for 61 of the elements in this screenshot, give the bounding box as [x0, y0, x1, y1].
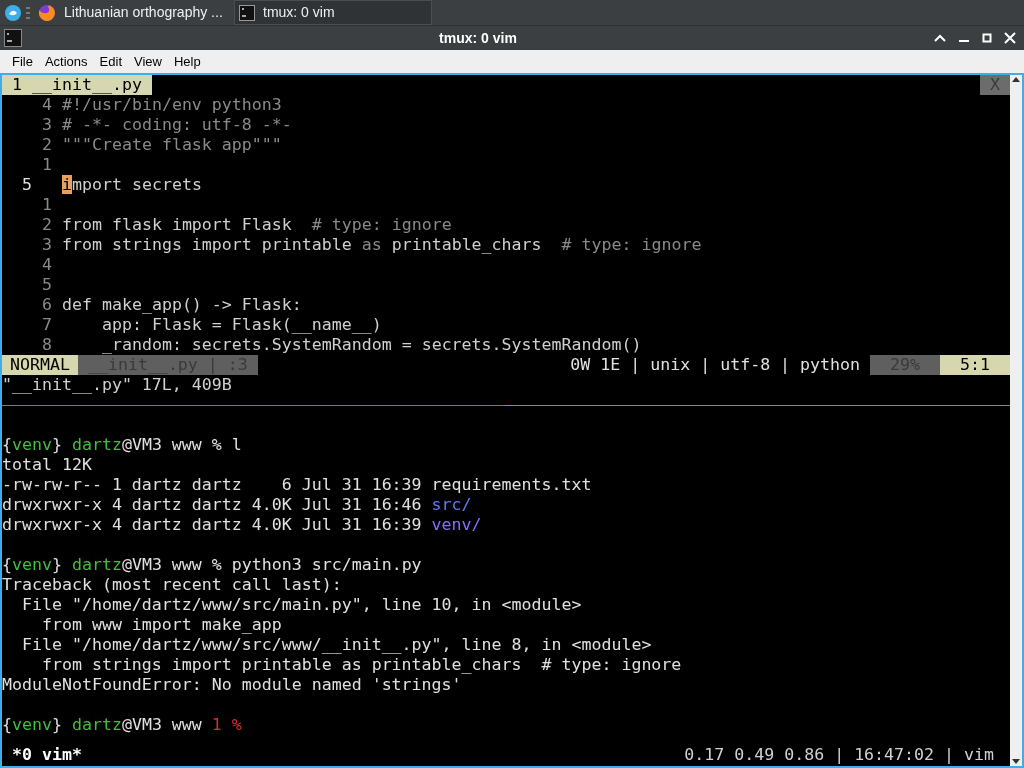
code-line: _random: secrets.SystemRandom = secrets.SystemRandom() — [100, 335, 642, 354]
code-line: app: Flask = Flask(__name__) — [100, 315, 382, 334]
code-line: from flask import Flask # type: ignore — [62, 215, 452, 234]
menu-item[interactable]: Edit — [93, 51, 128, 72]
terminal-icon — [239, 4, 255, 21]
drag-handle-icon — [26, 6, 30, 19]
terminal-line: from strings import printable as printable_chars # type: ignore — [40, 655, 682, 674]
maximize-icon[interactable] — [982, 33, 992, 43]
menu-item[interactable]: Help — [167, 51, 207, 72]
status-info: 0W 1E | unix | utf-8 | python — [569, 355, 862, 375]
scroll-down-icon[interactable] — [1012, 759, 1020, 764]
line-number: 2 — [41, 135, 53, 155]
terminal-line: Traceback (most recent call last): — [2, 575, 342, 594]
terminal-line: drwxrwxr-x 4 dartz dartz 4.0K Jul 31 16:39 venv/ — [2, 515, 482, 534]
line-number: 2 — [41, 215, 53, 235]
line-number: 3 — [41, 235, 53, 255]
terminal-line: {venv} dartz@VM3 www % python3 src/main.py — [2, 555, 422, 574]
terminal-line: File "/home/dartz/www/src/www/__init__.py", line 8, in <module> — [20, 635, 652, 654]
cursor-position: 5:1 — [940, 355, 1010, 375]
scrollbar[interactable] — [1010, 75, 1022, 766]
menu-item[interactable]: View — [128, 51, 168, 72]
terminal-line: total 12K — [2, 455, 92, 474]
tmux-status-info: 0.17 0.49 0.86 | 16:47:02 | vim — [684, 745, 994, 765]
line-number: 4 — [41, 255, 53, 275]
terminal-line: drwxrwxr-x 4 dartz dartz 4.0K Jul 31 16:46 src/ — [2, 495, 472, 514]
terminal-line: File "/home/dartz/www/src/main.py", line 10, in <module> — [20, 595, 582, 614]
text-cursor: i — [62, 175, 72, 194]
scroll-up-icon[interactable] — [1012, 77, 1020, 82]
code-line: def make_app() -> Flask: — [62, 295, 302, 314]
keep-above-icon[interactable] — [934, 33, 946, 43]
browser-icon — [38, 3, 56, 22]
line-number: 7 — [41, 315, 53, 335]
terminal-line: ModuleNotFoundError: No module named 'strings' — [2, 675, 462, 694]
line-number: 5 — [41, 275, 53, 295]
command-line-message: "__init__.py" 17L, 409B — [2, 375, 232, 394]
terminal-icon — [4, 29, 22, 47]
line-number: 1 — [41, 155, 53, 175]
terminal-line: {venv} dartz@VM3 www % l — [2, 435, 242, 454]
tmux-window-label[interactable]: *0 vim* — [2, 745, 82, 765]
menu-item[interactable]: File — [6, 51, 39, 72]
line-number: 8 — [41, 335, 53, 355]
code-line: #!/usr/bin/env python3 — [62, 95, 282, 114]
line-number: 3 — [41, 115, 53, 135]
editor-tab[interactable]: 1 __init__.py — [2, 75, 152, 95]
close-icon[interactable] — [1004, 32, 1016, 44]
terminal-line: from www import make_app — [40, 615, 282, 634]
code-line: """Create flask app""" — [62, 135, 282, 154]
terminal-line: -rw-rw-r-- 1 dartz dartz 6 Jul 31 16:39 requirements.txt — [2, 475, 592, 494]
mode-indicator: NORMAL — [2, 355, 78, 375]
line-number: 4 — [41, 95, 53, 115]
taskbar-task[interactable]: tmux: 0 vim — [234, 0, 432, 25]
terminal-line: {venv} dartz@VM3 www 1 % — [2, 715, 242, 734]
code-line: from strings import printable as printable_chars # type: ignore — [62, 235, 702, 254]
code-line: # -*- coding: utf-8 -*- — [62, 115, 292, 134]
app-menu-icon[interactable] — [4, 3, 22, 22]
window-title: tmux: 0 vim — [439, 30, 517, 46]
line-number: 1 — [41, 195, 53, 215]
line-number: 5 — [21, 175, 33, 195]
menu-item[interactable]: Actions — [38, 51, 94, 72]
code-line: import secrets — [62, 175, 202, 194]
line-number: 6 — [41, 295, 53, 315]
